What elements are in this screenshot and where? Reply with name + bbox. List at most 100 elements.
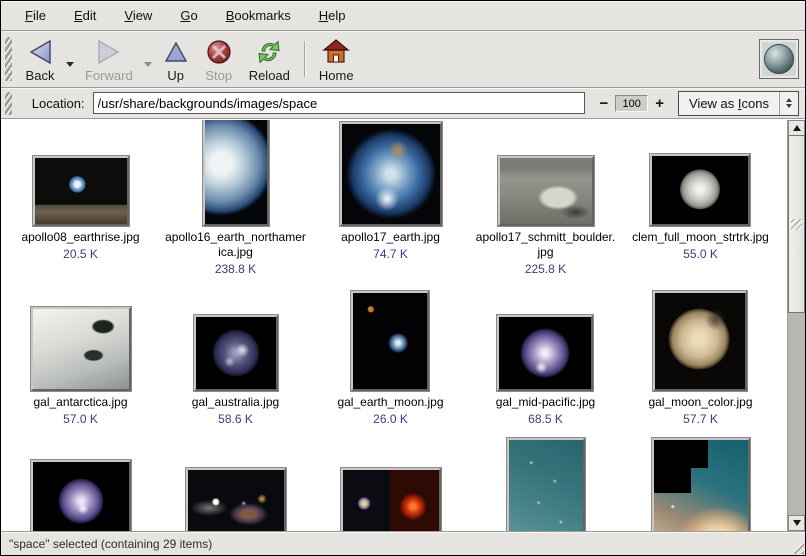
- zoom-controls: − 100 +: [595, 95, 668, 112]
- file-thumbnail-galaxy[interactable]: [186, 468, 286, 531]
- toolbar-drag-handle[interactable]: [5, 37, 12, 81]
- reload-button-label: Reload: [249, 68, 290, 83]
- file-size: 57.0 K: [63, 412, 98, 426]
- file-name: apollo17_schmitt_boulder.jpg: [475, 230, 617, 260]
- scroll-down-button[interactable]: [788, 515, 805, 531]
- menu-help[interactable]: Help: [305, 3, 360, 28]
- file-size: 26.0 K: [373, 412, 408, 426]
- down-arrow-icon: [793, 520, 801, 526]
- file-item: [652, 438, 750, 531]
- location-label: Location:: [32, 96, 85, 111]
- menu-file[interactable]: File: [11, 3, 60, 28]
- up-button[interactable]: Up: [155, 33, 197, 85]
- file-item: apollo16_earth_northamerica.jpg238.8 K: [165, 120, 307, 276]
- file-thumbnail-earthrise[interactable]: [33, 156, 129, 226]
- file-name: apollo08_earthrise.jpg: [21, 230, 139, 245]
- reload-button[interactable]: Reload: [241, 33, 298, 85]
- back-button[interactable]: Back: [17, 33, 63, 85]
- toolbar-buttons: BackForwardUpStopReloadHome: [17, 33, 362, 85]
- file-thumbnail-orion-nebula[interactable]: [652, 438, 750, 531]
- up-button-label: Up: [167, 68, 184, 83]
- file-thumbnail-teal-nebula[interactable]: [507, 438, 585, 531]
- reload-icon: [255, 37, 283, 67]
- zoom-in-button[interactable]: +: [651, 96, 668, 111]
- back-chevron-down-icon[interactable]: [63, 53, 77, 75]
- file-icon-slot: [341, 438, 441, 531]
- toolbar-spacer: [362, 33, 759, 85]
- stop-button: Stop: [197, 33, 241, 85]
- file-item: clem_full_moon_strtrk.jpg55.0 K: [632, 120, 769, 276]
- file-size: 20.5 K: [63, 247, 98, 261]
- stop-button-label: Stop: [205, 68, 232, 83]
- scrollbar-thumb[interactable]: [788, 135, 805, 313]
- scrollbar-grip-icon: [791, 219, 802, 230]
- file-thumbnail-earth-moon[interactable]: [351, 291, 429, 391]
- file-icon-slot: [340, 120, 442, 226]
- file-thumbnail-purple-earth[interactable]: [497, 315, 593, 391]
- home-icon: [321, 37, 351, 67]
- stop-icon: [205, 37, 233, 67]
- menu-go[interactable]: Go: [166, 3, 211, 28]
- icon-grid-row-2: gal_antarctica.jpg 57.0 K gal_australia.jp…: [1, 291, 787, 426]
- file-size: 74.7 K: [373, 247, 408, 261]
- file-name: gal_australia.jpg: [192, 395, 279, 410]
- icon-grid-row-1: apollo08_earthrise.jpg 20.5 K apollo16_ear…: [1, 120, 787, 276]
- file-icon-slot: [650, 120, 750, 226]
- file-thumbnail-purple-earth-partial[interactable]: [31, 460, 131, 531]
- file-manager-window: FileEditViewGoBookmarksHelp BackForwardU…: [0, 0, 806, 556]
- file-thumbnail-blue-marble[interactable]: [340, 122, 442, 226]
- icon-grid-row-3: [1, 438, 787, 531]
- menu-view[interactable]: View: [110, 3, 166, 28]
- file-item: [507, 438, 585, 531]
- file-item: apollo17_schmitt_boulder.jpg 225.8 K: [475, 120, 617, 276]
- file-item: gal_mid-pacific.jpg68.5 K: [496, 291, 595, 426]
- zoom-out-button[interactable]: −: [595, 96, 612, 111]
- file-thumbnail-ice[interactable]: [31, 307, 131, 391]
- location-bar-drag-handle[interactable]: [5, 92, 12, 115]
- view-mode-dropdown[interactable]: View as Icons: [678, 91, 799, 116]
- status-text: "space" selected (containing 29 items): [9, 537, 212, 551]
- window-resize-grip[interactable]: [788, 538, 804, 554]
- file-item: [186, 438, 286, 531]
- file-thumbnail-earth-quarter[interactable]: [203, 120, 269, 226]
- file-thumbnail-gray-moon[interactable]: [650, 154, 750, 226]
- file-size: 55.0 K: [683, 247, 718, 261]
- globe-throbber-icon: [764, 44, 794, 74]
- file-icon-slot: [33, 120, 129, 226]
- location-input[interactable]: [93, 92, 586, 114]
- file-icon-slot: [351, 291, 429, 391]
- back-icon: [25, 37, 55, 67]
- file-size: 68.5 K: [528, 412, 563, 426]
- scroll-up-button[interactable]: [788, 120, 805, 136]
- file-item: apollo17_earth.jpg74.7 K: [340, 120, 442, 276]
- menu-edit[interactable]: Edit: [60, 3, 110, 28]
- file-name: gal_antarctica.jpg: [33, 395, 127, 410]
- menubar: FileEditViewGoBookmarksHelp: [1, 1, 805, 31]
- status-bar: "space" selected (containing 29 items): [1, 531, 805, 555]
- home-button[interactable]: Home: [311, 33, 362, 85]
- throbber-frame: [759, 39, 799, 79]
- vertical-scrollbar[interactable]: [788, 120, 805, 531]
- file-item: apollo08_earthrise.jpg 20.5 K: [21, 120, 139, 276]
- file-icon-slot: [194, 291, 278, 391]
- file-thumbnail-nebula-pair[interactable]: [341, 468, 441, 531]
- file-item: gal_australia.jpg58.6 K: [192, 291, 279, 426]
- file-icon-slot: [653, 291, 747, 391]
- dropdown-arrow-icon: [779, 92, 798, 115]
- file-icon-slot: [31, 438, 131, 531]
- file-icon-slot: [507, 438, 585, 531]
- file-item: gal_antarctica.jpg 57.0 K: [31, 291, 131, 426]
- toolbar-separator: [304, 41, 305, 77]
- file-thumbnail-tan-moon[interactable]: [653, 291, 747, 391]
- file-size: 225.8 K: [525, 262, 566, 276]
- file-thumbnail-moon-surface[interactable]: [498, 156, 594, 226]
- file-name: apollo16_earth_northamerica.jpg: [165, 230, 307, 260]
- file-icon-slot: [497, 291, 593, 391]
- up-arrow-icon: [793, 125, 801, 131]
- file-thumbnail-dark-earth[interactable]: [194, 315, 278, 391]
- menu-bookmarks[interactable]: Bookmarks: [212, 3, 305, 28]
- icon-view: apollo08_earthrise.jpg 20.5 K apollo16_ear…: [1, 120, 788, 531]
- content-frame: apollo08_earthrise.jpg 20.5 K apollo16_ear…: [1, 119, 805, 531]
- toolbar: BackForwardUpStopReloadHome: [1, 31, 805, 88]
- view-mode-label: View as Icons: [679, 92, 779, 115]
